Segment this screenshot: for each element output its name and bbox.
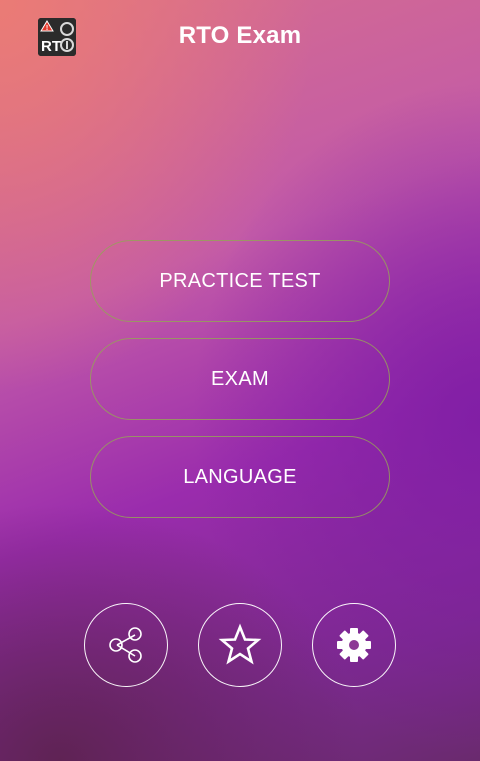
share-button[interactable] [84,603,168,687]
star-icon [218,623,262,665]
exam-button[interactable]: EXAM [90,338,390,420]
app-title: RTO Exam [178,22,302,49]
main-menu: PRACTICE TEST EXAM LANGUAGE [90,240,390,534]
share-icon [109,627,142,663]
app-header: ! RT RTO Exam [0,0,480,76]
bottom-actions [84,603,396,687]
gear-icon [337,628,371,662]
settings-button[interactable] [312,603,396,687]
rate-button[interactable] [198,603,282,687]
language-button[interactable]: LANGUAGE [90,436,390,518]
practice-test-button[interactable]: PRACTICE TEST [90,240,390,322]
